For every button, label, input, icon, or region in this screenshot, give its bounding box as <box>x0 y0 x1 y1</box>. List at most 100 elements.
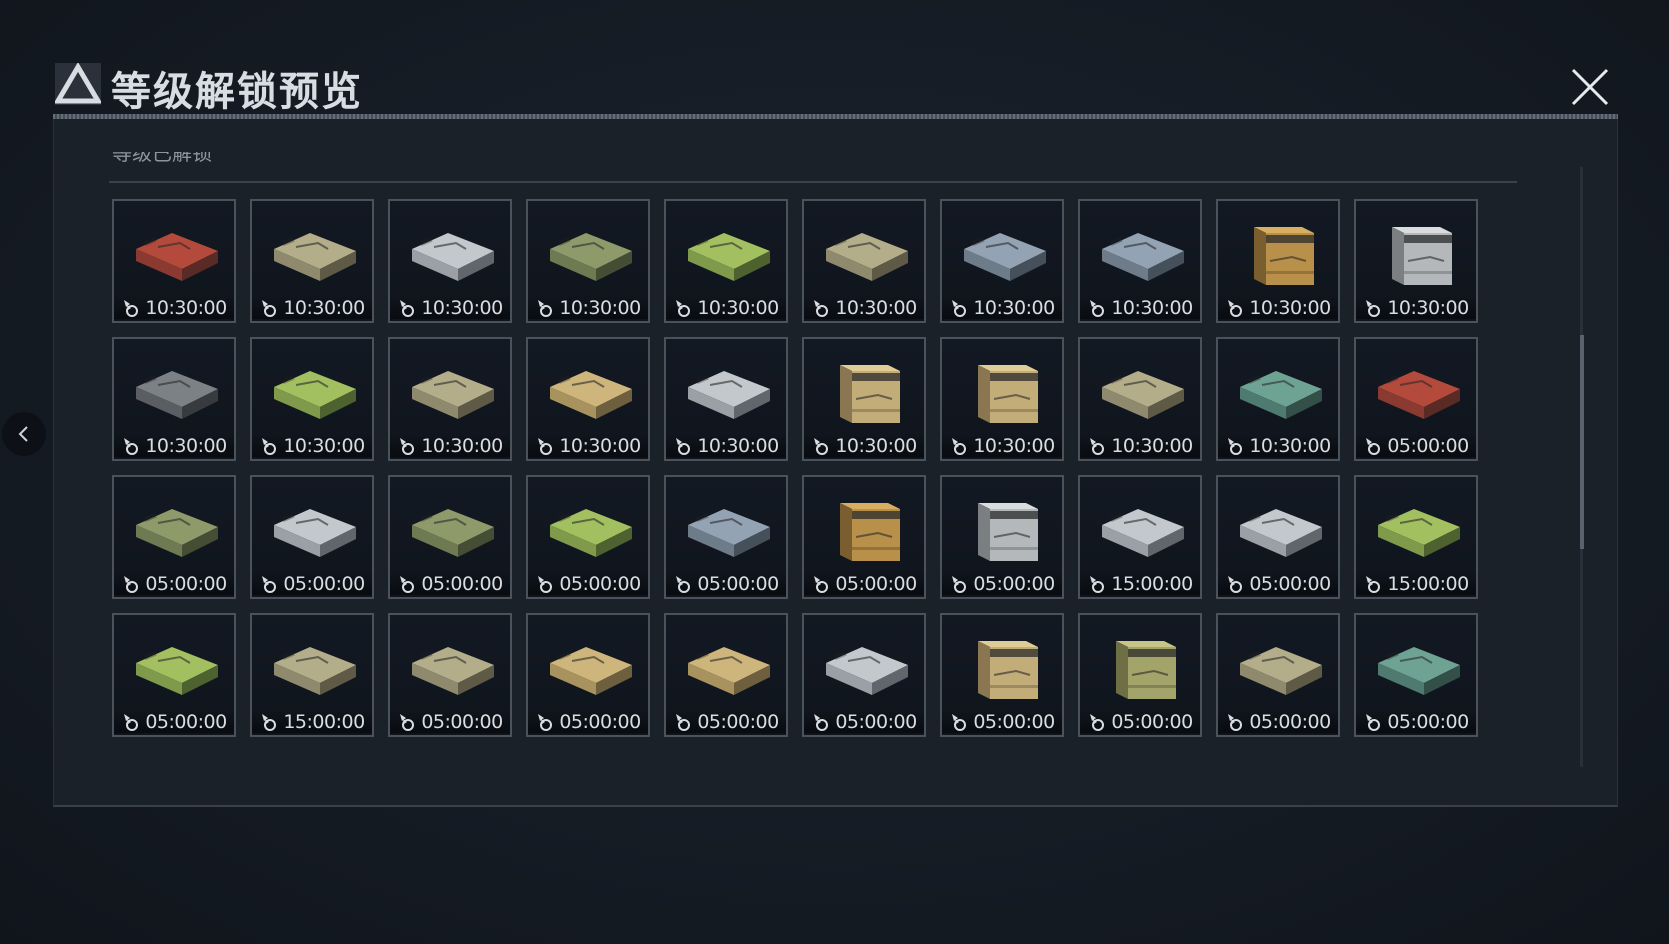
tile-timer: 10:30:00 <box>114 435 234 457</box>
reward-tile[interactable]: 05:00:00 <box>664 613 788 737</box>
reward-tile[interactable]: 05:00:00 <box>526 475 650 599</box>
reward-tile[interactable]: 10:30:00 <box>112 337 236 461</box>
tile-timer: 15:00:00 <box>1356 573 1476 595</box>
reward-tile[interactable]: 10:30:00 <box>802 199 926 323</box>
timer-label: 15:00:00 <box>1111 573 1193 595</box>
timer-label: 05:00:00 <box>1111 711 1193 733</box>
reward-tile[interactable]: 15:00:00 <box>250 613 374 737</box>
ammo-box-icon <box>1240 647 1322 695</box>
timer-label: 10:30:00 <box>835 435 917 457</box>
boost-timer-icon <box>676 300 691 317</box>
timer-label: 10:30:00 <box>1111 297 1193 319</box>
reward-tile[interactable]: 05:00:00 <box>940 613 1064 737</box>
boost-timer-icon <box>814 576 829 593</box>
timer-label: 10:30:00 <box>1249 297 1331 319</box>
boost-timer-icon <box>124 714 139 731</box>
reward-tile[interactable]: 05:00:00 <box>1354 337 1478 461</box>
tile-timer: 05:00:00 <box>666 711 786 733</box>
boost-timer-icon <box>676 576 691 593</box>
reward-tile[interactable]: 10:30:00 <box>1078 199 1202 323</box>
boost-timer-icon <box>1228 714 1243 731</box>
ammo-box-icon <box>1378 647 1460 695</box>
reward-tile[interactable]: 05:00:00 <box>388 613 512 737</box>
boost-timer-icon <box>1366 714 1381 731</box>
reward-tile[interactable]: 10:30:00 <box>664 199 788 323</box>
timer-label: 10:30:00 <box>283 297 365 319</box>
tile-timer: 05:00:00 <box>942 711 1062 733</box>
reward-tile[interactable]: 05:00:00 <box>388 475 512 599</box>
section-label: 等级已解锁 <box>112 152 212 164</box>
tile-timer: 10:30:00 <box>252 297 372 319</box>
reward-tile[interactable]: 05:00:00 <box>112 613 236 737</box>
tile-timer: 10:30:00 <box>114 297 234 319</box>
reward-tile[interactable]: 05:00:00 <box>250 475 374 599</box>
timer-label: 05:00:00 <box>697 573 779 595</box>
reward-tile[interactable]: 05:00:00 <box>1078 613 1202 737</box>
reward-tile[interactable]: 10:30:00 <box>388 199 512 323</box>
reward-tile[interactable]: 10:30:00 <box>388 337 512 461</box>
reward-tile[interactable]: 10:30:00 <box>1078 337 1202 461</box>
tile-timer: 10:30:00 <box>528 297 648 319</box>
ammo-box-icon <box>1240 371 1322 419</box>
reward-tile[interactable]: 10:30:00 <box>1354 199 1478 323</box>
reward-tile[interactable]: 05:00:00 <box>1354 613 1478 737</box>
reward-tile[interactable]: 05:00:00 <box>802 613 926 737</box>
timer-label: 05:00:00 <box>973 573 1055 595</box>
reward-tile[interactable]: 15:00:00 <box>1078 475 1202 599</box>
tile-timer: 10:30:00 <box>942 297 1062 319</box>
reward-tile[interactable]: 10:30:00 <box>802 337 926 461</box>
reward-tile[interactable]: 05:00:00 <box>940 475 1064 599</box>
timer-label: 10:30:00 <box>145 297 227 319</box>
scrollbar-thumb[interactable] <box>1580 335 1584 549</box>
ammo-box-icon <box>274 509 356 557</box>
boost-timer-icon <box>1366 300 1381 317</box>
timer-label: 05:00:00 <box>559 711 641 733</box>
timer-label: 05:00:00 <box>973 711 1055 733</box>
reward-tile[interactable]: 10:30:00 <box>1216 337 1340 461</box>
timer-label: 10:30:00 <box>559 297 641 319</box>
reward-tile[interactable]: 05:00:00 <box>526 613 650 737</box>
tile-timer: 10:30:00 <box>1080 435 1200 457</box>
timer-label: 15:00:00 <box>283 711 365 733</box>
reward-tile[interactable]: 05:00:00 <box>802 475 926 599</box>
section-divider <box>109 181 1517 183</box>
timer-label: 10:30:00 <box>421 435 503 457</box>
reward-tile[interactable]: 10:30:00 <box>526 199 650 323</box>
reward-tile[interactable]: 10:30:00 <box>940 199 1064 323</box>
reward-tile[interactable]: 10:30:00 <box>112 199 236 323</box>
timer-label: 10:30:00 <box>559 435 641 457</box>
timer-label: 10:30:00 <box>697 297 779 319</box>
reward-tile[interactable]: 10:30:00 <box>250 337 374 461</box>
reward-tile[interactable]: 15:00:00 <box>1354 475 1478 599</box>
reward-tile[interactable]: 10:30:00 <box>940 337 1064 461</box>
reward-tile[interactable]: 10:30:00 <box>1216 199 1340 323</box>
ammo-box-icon <box>840 503 900 561</box>
reward-tile[interactable]: 10:30:00 <box>250 199 374 323</box>
back-button[interactable] <box>2 412 46 456</box>
reward-tile[interactable]: 10:30:00 <box>526 337 650 461</box>
reward-tile[interactable]: 05:00:00 <box>1216 613 1340 737</box>
reward-tile[interactable]: 05:00:00 <box>664 475 788 599</box>
timer-label: 05:00:00 <box>283 573 365 595</box>
ammo-box-icon <box>1102 371 1184 419</box>
reward-tile[interactable]: 05:00:00 <box>1216 475 1340 599</box>
close-button[interactable] <box>1562 59 1618 115</box>
timer-label: 05:00:00 <box>1387 711 1469 733</box>
tile-timer: 10:30:00 <box>252 435 372 457</box>
ammo-box-icon <box>1378 509 1460 557</box>
boost-timer-icon <box>1090 576 1105 593</box>
reward-tile[interactable]: 05:00:00 <box>112 475 236 599</box>
ammo-box-icon <box>274 371 356 419</box>
timer-label: 05:00:00 <box>145 711 227 733</box>
tile-timer: 10:30:00 <box>804 435 924 457</box>
tile-timer: 05:00:00 <box>804 711 924 733</box>
tile-timer: 05:00:00 <box>666 573 786 595</box>
boost-timer-icon <box>124 300 139 317</box>
unlock-preview-panel: 等级已解锁 10:30:00 10:30:00 10:30:00 10:30:00 10… <box>53 119 1618 807</box>
boost-timer-icon <box>262 438 277 455</box>
reward-tile[interactable]: 10:30:00 <box>664 337 788 461</box>
chevron-left-icon <box>18 426 28 442</box>
boost-timer-icon <box>1366 576 1381 593</box>
ammo-box-icon <box>978 503 1038 561</box>
ammo-box-icon <box>688 233 770 281</box>
